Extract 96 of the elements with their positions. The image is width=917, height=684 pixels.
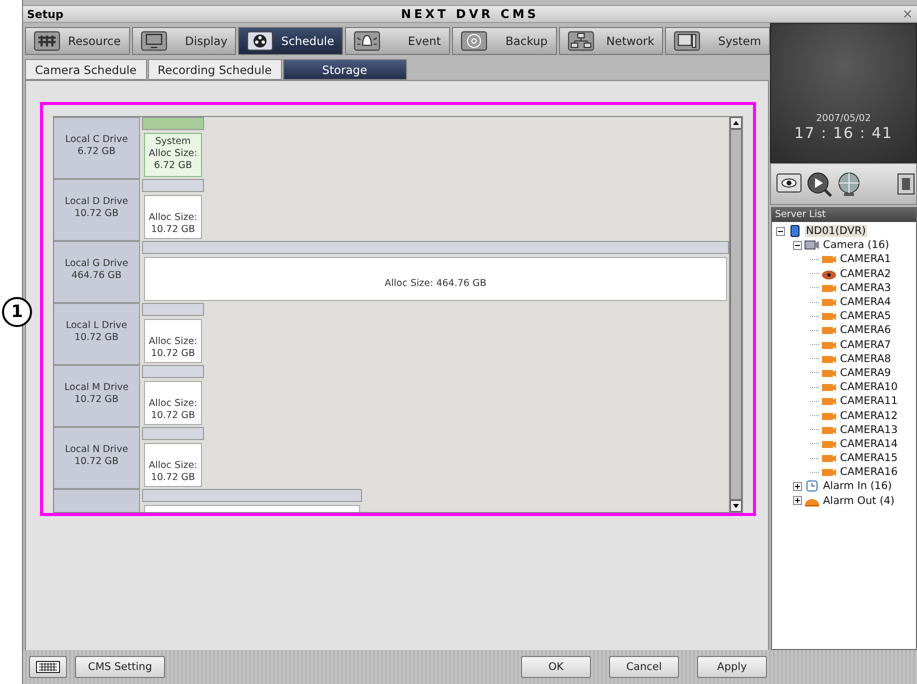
partition-header	[142, 117, 204, 130]
date-text: 2007/05/02	[816, 113, 871, 124]
partition-text: Alloc Size: 10.72 GB	[148, 212, 198, 236]
camera-group-icon	[804, 239, 820, 252]
subtab[interactable]: Storage	[282, 59, 407, 80]
drive-name: Local M Drive	[64, 382, 129, 394]
subtab[interactable]: Camera Schedule	[25, 59, 147, 80]
box-camera-icon	[821, 253, 837, 266]
partition-box[interactable]: Alloc Size: 10.72 GB	[144, 195, 202, 239]
clock-icon	[804, 480, 820, 492]
expand-icon[interactable]	[793, 496, 802, 506]
drive-name: Local G Drive	[64, 258, 128, 270]
drive-size: 6.72 GB	[77, 146, 116, 158]
box-camera-icon	[821, 452, 837, 464]
dome-camera-icon	[821, 268, 837, 280]
partition-box[interactable]: Alloc Size: 10.72 GB	[144, 381, 202, 425]
tree-item[interactable]: CAMERA5	[839, 310, 892, 322]
tree-item[interactable]: Camera (16)	[822, 239, 890, 252]
partition-header	[142, 179, 204, 192]
keyboard-icon	[36, 661, 60, 673]
drive-size: 10.72 GB	[74, 394, 119, 406]
network-icon	[568, 31, 594, 51]
tab[interactable]: Backup	[452, 27, 557, 55]
partition-box[interactable]: Alloc Size: 10.72 GB	[144, 443, 202, 487]
tab[interactable]: Schedule	[238, 27, 344, 55]
tree-item[interactable]: CAMERA3	[839, 282, 892, 294]
box-camera-icon	[821, 296, 837, 308]
partition-header	[142, 365, 204, 378]
window-title: NEXT DVR CMS	[401, 7, 539, 21]
box-camera-icon	[821, 395, 837, 408]
partition-text: Alloc Size: 10.72 GB	[148, 336, 198, 360]
tree-item[interactable]: CAMERA2	[839, 268, 892, 280]
tree-item[interactable]: CAMERA4	[839, 296, 892, 308]
computer-icon	[674, 31, 700, 51]
subtab[interactable]: Recording Schedule	[148, 59, 282, 80]
partition-text: Alloc Size: 10.72 GB	[148, 460, 198, 484]
grid-icon	[34, 31, 60, 51]
box-camera-icon	[821, 310, 837, 322]
tree-item[interactable]: CAMERA10	[839, 381, 899, 394]
partition-box[interactable]: Alloc Size: 10.72 GB	[144, 319, 202, 363]
partition-text: Alloc Size: 10.72 GB	[148, 398, 198, 422]
panel-title: Server List	[772, 208, 916, 222]
tab[interactable]: Network	[558, 27, 664, 55]
keyboard-button[interactable]	[29, 656, 67, 678]
tab[interactable]: System	[665, 27, 770, 55]
bell-icon	[354, 31, 380, 51]
play-magnifier-icon[interactable]	[805, 171, 833, 197]
box-camera-icon	[821, 324, 837, 336]
dialog-button[interactable]: Apply	[697, 656, 767, 678]
time-text: 17 : 16 : 41	[794, 124, 893, 142]
close-button[interactable]: ×	[902, 6, 913, 22]
tree-item[interactable]: CAMERA14	[839, 438, 899, 450]
tree-item[interactable]: CAMERA7	[839, 338, 892, 351]
tree-item[interactable]: CAMERA1	[839, 253, 892, 266]
tree-item[interactable]: CAMERA13	[839, 424, 899, 436]
drive-name: Local C Drive	[65, 134, 128, 146]
callout-number: 1	[2, 297, 32, 327]
cms-setting-button[interactable]: CMS Setting	[75, 656, 165, 678]
drive-name: Local D Drive	[64, 196, 128, 208]
partition-header	[142, 427, 204, 440]
scroll-down-icon[interactable]	[730, 500, 742, 512]
tree-item[interactable]: CAMERA11	[839, 395, 899, 408]
drive-name: Local N Drive	[64, 444, 128, 456]
tab[interactable]: Display	[132, 27, 236, 55]
tree-item[interactable]: Alarm Out (4)	[822, 494, 896, 507]
drive-size: 10.72 GB	[74, 456, 119, 468]
scrollbar[interactable]	[729, 117, 742, 512]
tree-item[interactable]: CAMERA6	[839, 324, 892, 336]
drive-size: 10.72 GB	[74, 208, 119, 220]
network-device-icon[interactable]	[896, 171, 916, 197]
tree-item[interactable]: Alarm In (16)	[822, 480, 893, 492]
box-camera-icon	[821, 466, 837, 478]
dialog-button[interactable]: OK	[521, 656, 591, 678]
tree-item[interactable]: ND01(DVR)	[805, 225, 867, 238]
expand-icon[interactable]	[793, 482, 802, 491]
tree-item[interactable]: CAMERA12	[839, 410, 899, 422]
tree-item[interactable]: CAMERA15	[839, 452, 899, 464]
tab[interactable]: Event	[345, 27, 450, 55]
tree-item[interactable]: CAMERA8	[839, 352, 892, 365]
window-section: Setup	[27, 8, 64, 20]
collapse-icon[interactable]	[793, 240, 802, 250]
drive-size: 464.76 GB	[71, 270, 122, 282]
drive-name: Local L Drive	[66, 320, 128, 332]
tree-item[interactable]: CAMERA16	[839, 466, 899, 478]
partition-text: Alloc Size: 464.76 GB	[384, 278, 486, 290]
tree-item[interactable]: CAMERA9	[839, 366, 892, 379]
partition-box[interactable]: Alloc Size: 464.76 GB	[144, 257, 727, 301]
reel-icon	[247, 31, 274, 51]
drive-size: 10.72 GB	[74, 332, 119, 344]
box-camera-icon	[821, 381, 837, 394]
tab[interactable]: Resource	[25, 27, 130, 55]
collapse-icon[interactable]	[776, 226, 785, 236]
partition-header	[142, 303, 204, 316]
scroll-up-icon[interactable]	[730, 117, 742, 129]
monitor-icon	[140, 31, 167, 51]
dialog-button[interactable]: Cancel	[609, 656, 679, 678]
